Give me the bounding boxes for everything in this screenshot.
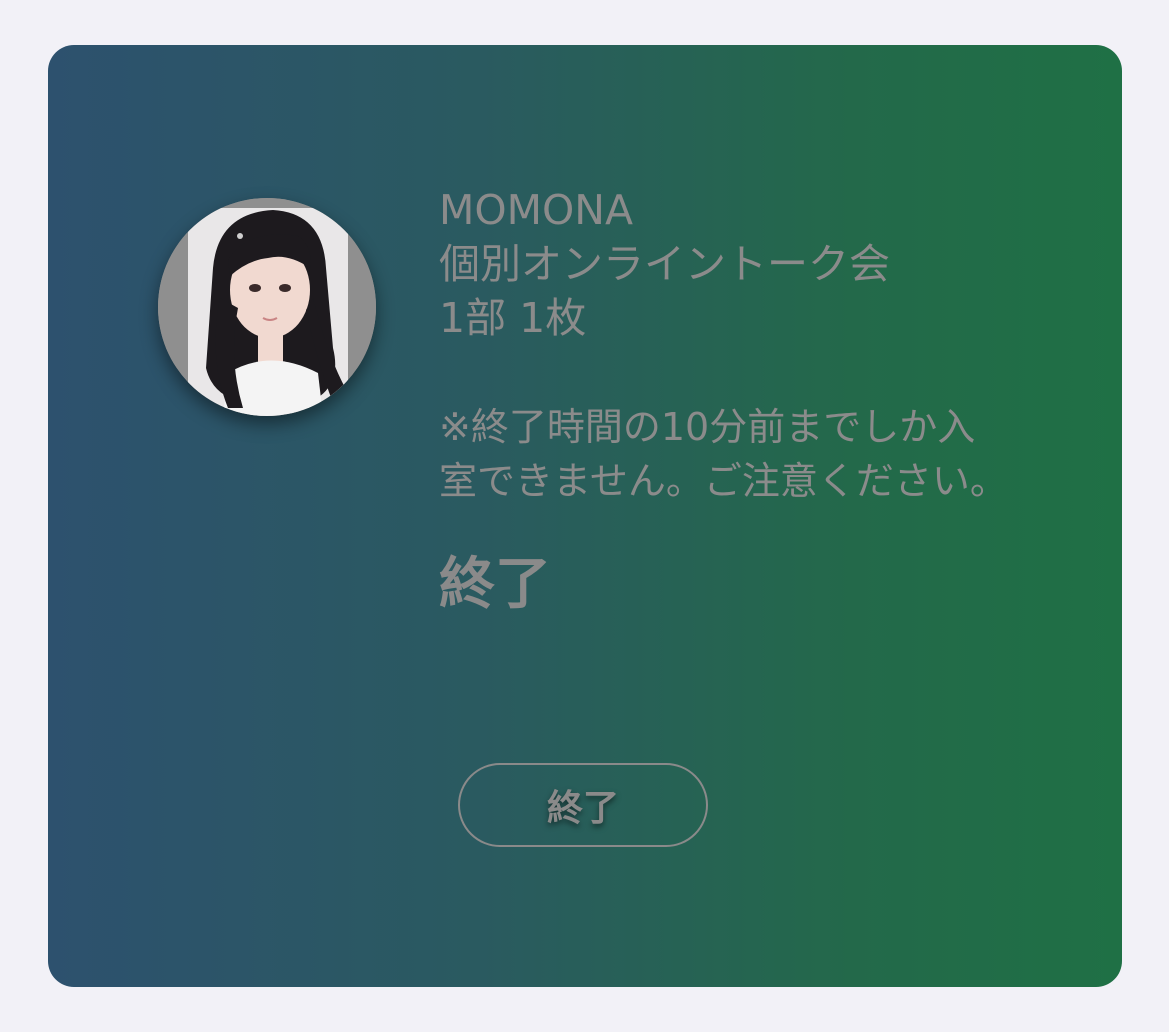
end-button-label: 終了 bbox=[546, 788, 619, 829]
event-title: 個別オンライントーク会 bbox=[439, 240, 890, 288]
ticket-count: 1部 1枚 bbox=[439, 294, 587, 342]
avatar-photo bbox=[158, 198, 376, 416]
end-button[interactable]: 終了 bbox=[458, 763, 708, 847]
status-label: 終了 bbox=[439, 552, 551, 617]
ticket-info: MOMONA 個別オンライントーク会 1部 1枚 ※終了時間の10分前までしか入… bbox=[439, 183, 1039, 620]
avatar bbox=[158, 198, 376, 416]
artist-name: MOMONA bbox=[439, 186, 634, 234]
entry-note: ※終了時間の10分前までしか入室できません。ご注意ください。 bbox=[439, 405, 1008, 503]
ticket-card: MOMONA 個別オンライントーク会 1部 1枚 ※終了時間の10分前までしか入… bbox=[48, 45, 1122, 987]
